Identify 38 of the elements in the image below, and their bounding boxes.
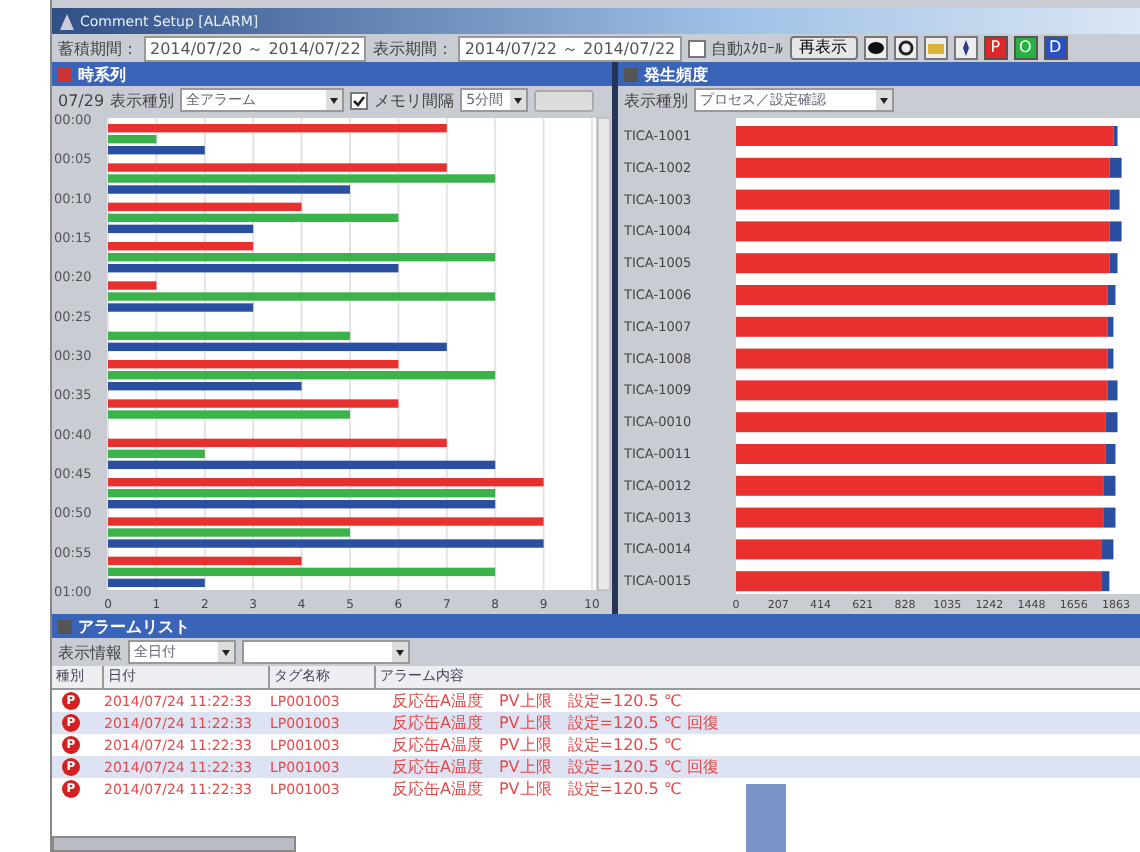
checkbox[interactable] <box>350 91 369 109</box>
checkbox[interactable] <box>687 39 706 57</box>
folder-icon[interactable] <box>923 36 948 60</box>
caret-icon <box>326 90 343 110</box>
caret-icon <box>510 90 527 110</box>
content-cell-text: 反応缶A温度 PV上限 設定=120.5 ℃ 回復 <box>390 756 721 778</box>
filter-label: 表示情報 <box>58 641 122 663</box>
scrollbar[interactable] <box>52 836 296 852</box>
panel-header: 時系列 <box>52 62 612 86</box>
type-label: 表示種別 <box>624 89 688 111</box>
checkbox-label: メモリ間隔 <box>374 89 455 111</box>
selection-marker <box>746 784 786 852</box>
caret-icon <box>876 90 892 110</box>
scrollbar[interactable] <box>597 117 611 591</box>
panel-icon <box>58 619 72 633</box>
type-label: 表示種別 <box>110 89 175 111</box>
filter-dropdown[interactable] <box>242 640 410 664</box>
panel-icon <box>58 67 72 81</box>
view-period-field[interactable]: 2014/07/22 ～ 2014/07/22 <box>458 35 682 61</box>
content-cell-text: 反応缶A温度 PV上限 設定=120.5 ℃ 回復 <box>390 712 721 734</box>
panel-icon <box>624 67 638 81</box>
panel-header: 発生頻度 <box>618 62 1140 86</box>
checkbox-label: 自動ｽｸﾛｰﾙ <box>711 37 784 59</box>
app-icon <box>60 13 74 29</box>
panel-header: アラームリスト <box>52 614 1140 638</box>
mode-button[interactable]: P <box>983 36 1008 60</box>
mode-button[interactable]: D <box>1043 36 1068 60</box>
caret-icon <box>392 642 408 662</box>
caret-icon <box>218 642 234 662</box>
content-cell-text: 反応缶A温度 PV上限 設定=120.5 ℃ <box>390 690 684 712</box>
view-period-label: 表示期間： <box>372 37 453 59</box>
date-label: 07/29 <box>58 91 105 109</box>
blob-icon[interactable] <box>863 36 888 60</box>
store-period-label: 蓄積期間： <box>58 37 138 59</box>
store-period-field[interactable]: 2014/07/20 ～ 2014/07/22 <box>144 35 367 61</box>
refresh-button[interactable]: 再表示 <box>789 36 858 60</box>
content-cell-text: 反応缶A温度 PV上限 設定=120.5 ℃ <box>390 734 684 756</box>
content-cell-text: 反応缶A温度 PV上限 設定=120.5 ℃ <box>390 778 684 800</box>
